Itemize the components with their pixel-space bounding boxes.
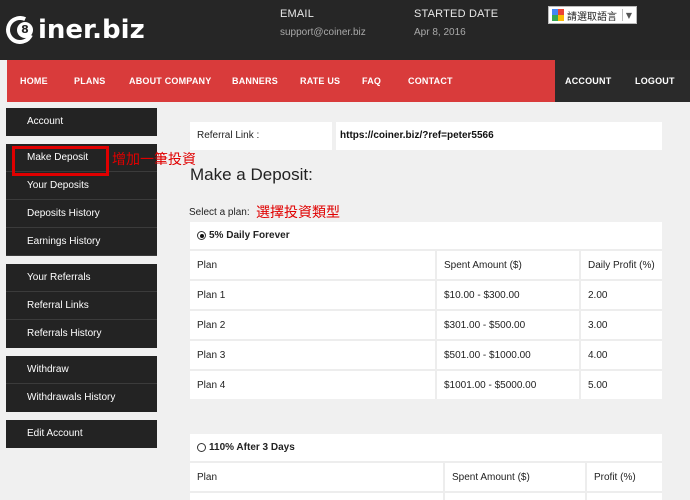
table-cell: $501.00 - $1000.00 xyxy=(435,339,580,370)
sidebar-item-withdraw[interactable]: Withdraw xyxy=(6,356,157,384)
sidebar-group: Withdraw Withdrawals History xyxy=(6,356,157,412)
table-cell: $1001.00 - $5000.00 xyxy=(435,369,580,399)
referral-link-value[interactable]: https://coiner.biz/?ref=peter5566 xyxy=(340,122,494,150)
sidebar-group: Your Referrals Referral Links Referrals … xyxy=(6,264,157,348)
page-title: Make a Deposit: xyxy=(190,165,313,184)
nav-faq[interactable]: FAQ xyxy=(362,60,381,102)
plan-option-daily-forever[interactable]: 5% Daily Forever xyxy=(190,222,662,249)
table-cell: 2.00 xyxy=(579,279,662,310)
table-row: Plan 2 $301.00 - $500.00 3.00 xyxy=(190,309,662,340)
logo-coin-icon: 8 xyxy=(17,22,33,38)
top-header: 8 iner.biz EMAIL support@coiner.biz STAR… xyxy=(0,0,690,60)
column-header: Spent Amount ($) xyxy=(443,461,586,492)
table-cell: 4.00 xyxy=(579,339,662,370)
sidebar-item-edit-account[interactable]: Edit Account xyxy=(6,420,157,448)
plan-name: 110% After 3 Days xyxy=(209,442,295,453)
plan-table: Plan Spent Amount ($) Profit (%) xyxy=(190,461,662,500)
sidebar-item-withdrawals-history[interactable]: Withdrawals History xyxy=(6,384,157,412)
select-plan-label: Select a plan: xyxy=(189,207,250,218)
email-label: EMAIL xyxy=(280,8,315,20)
table-cell: Plan 1 xyxy=(190,279,436,310)
plan-card-after-3-days: 110% After 3 Days Plan Spent Amount ($) … xyxy=(190,434,662,500)
plan-name: 5% Daily Forever xyxy=(209,230,290,241)
sidebar-item-earnings-history[interactable]: Earnings History xyxy=(6,228,157,256)
table-cell: Plan 4 xyxy=(190,369,436,399)
referral-link-row: Referral Link : https://coiner.biz/?ref=… xyxy=(190,122,662,150)
site-logo[interactable]: 8 iner.biz xyxy=(2,8,145,52)
select-plan-annotation: 選擇投資類型 xyxy=(256,205,340,221)
nav-logout[interactable]: LOGOUT xyxy=(635,60,675,102)
sidebar-item-your-deposits[interactable]: Your Deposits xyxy=(6,172,157,200)
table-header-row: Plan Spent Amount ($) Profit (%) xyxy=(190,461,662,492)
nav-plans[interactable]: PLANS xyxy=(74,60,106,102)
sidebar-item-deposits-history[interactable]: Deposits History xyxy=(6,200,157,228)
column-header: Plan xyxy=(190,461,444,492)
column-header: Spent Amount ($) xyxy=(435,249,580,280)
plan-card-daily-forever: 5% Daily Forever Plan Spent Amount ($) D… xyxy=(190,222,662,399)
table-cell: Plan 3 xyxy=(190,339,436,370)
plan-option-after-3-days[interactable]: 110% After 3 Days xyxy=(190,434,662,461)
sidebar-item-account[interactable]: Account xyxy=(6,108,157,136)
sidebar-item-referrals-history[interactable]: Referrals History xyxy=(6,320,157,348)
radio-checked-icon[interactable] xyxy=(197,231,206,240)
sidebar-group: Account xyxy=(6,108,157,136)
table-header-row: Plan Spent Amount ($) Daily Profit (%) xyxy=(190,249,662,280)
table-row: Plan 1 $10.00 - $300.00 2.00 xyxy=(190,279,662,310)
nav-home[interactable]: HOME xyxy=(20,60,48,102)
nav-account[interactable]: ACCOUNT xyxy=(565,60,611,102)
plan-table: Plan Spent Amount ($) Daily Profit (%) P… xyxy=(190,249,662,399)
table-cell: $10.00 - $300.00 xyxy=(435,279,580,310)
sidebar-item-referral-links[interactable]: Referral Links xyxy=(6,292,157,320)
sidebar-group: Edit Account xyxy=(6,420,157,448)
sidebar-item-your-referrals[interactable]: Your Referrals xyxy=(6,264,157,292)
table-cell xyxy=(585,491,662,500)
started-date-value: Apr 8, 2016 xyxy=(414,27,466,38)
nav-about-company[interactable]: ABOUT COMPANY xyxy=(129,60,211,102)
table-cell: Plan 2 xyxy=(190,309,436,340)
table-row xyxy=(190,491,662,500)
table-cell: 3.00 xyxy=(579,309,662,340)
language-selector-label: 請選取語言 xyxy=(567,11,617,23)
nav-banners[interactable]: BANNERS xyxy=(232,60,278,102)
nav-rate-us[interactable]: RATE US xyxy=(300,60,340,102)
chevron-down-icon: ▼ xyxy=(625,10,632,20)
main-nav: HOME PLANS ABOUT COMPANY BANNERS RATE US… xyxy=(7,60,690,102)
table-cell: $301.00 - $500.00 xyxy=(435,309,580,340)
logo-text: iner.biz xyxy=(38,15,145,45)
column-header: Plan xyxy=(190,249,436,280)
divider xyxy=(621,9,623,21)
radio-unchecked-icon[interactable] xyxy=(197,443,206,452)
language-selector[interactable]: 請選取語言 ▼ xyxy=(548,6,637,24)
divider xyxy=(332,122,336,150)
table-row: Plan 3 $501.00 - $1000.00 4.00 xyxy=(190,339,662,370)
column-header: Profit (%) xyxy=(585,461,662,492)
table-cell: 5.00 xyxy=(579,369,662,399)
referral-link-label: Referral Link : xyxy=(197,130,260,141)
account-nav: ACCOUNT LOGOUT xyxy=(555,60,690,102)
google-translate-icon xyxy=(552,9,564,21)
column-header: Daily Profit (%) xyxy=(579,249,662,280)
email-value[interactable]: support@coiner.biz xyxy=(280,27,366,38)
table-cell xyxy=(190,491,444,500)
table-cell xyxy=(443,491,586,500)
table-row: Plan 4 $1001.00 - $5000.00 5.00 xyxy=(190,369,662,399)
nav-contact[interactable]: CONTACT xyxy=(408,60,453,102)
started-date-label: STARTED DATE xyxy=(414,8,499,20)
make-deposit-annotation: 增加一筆投資 xyxy=(112,152,196,168)
